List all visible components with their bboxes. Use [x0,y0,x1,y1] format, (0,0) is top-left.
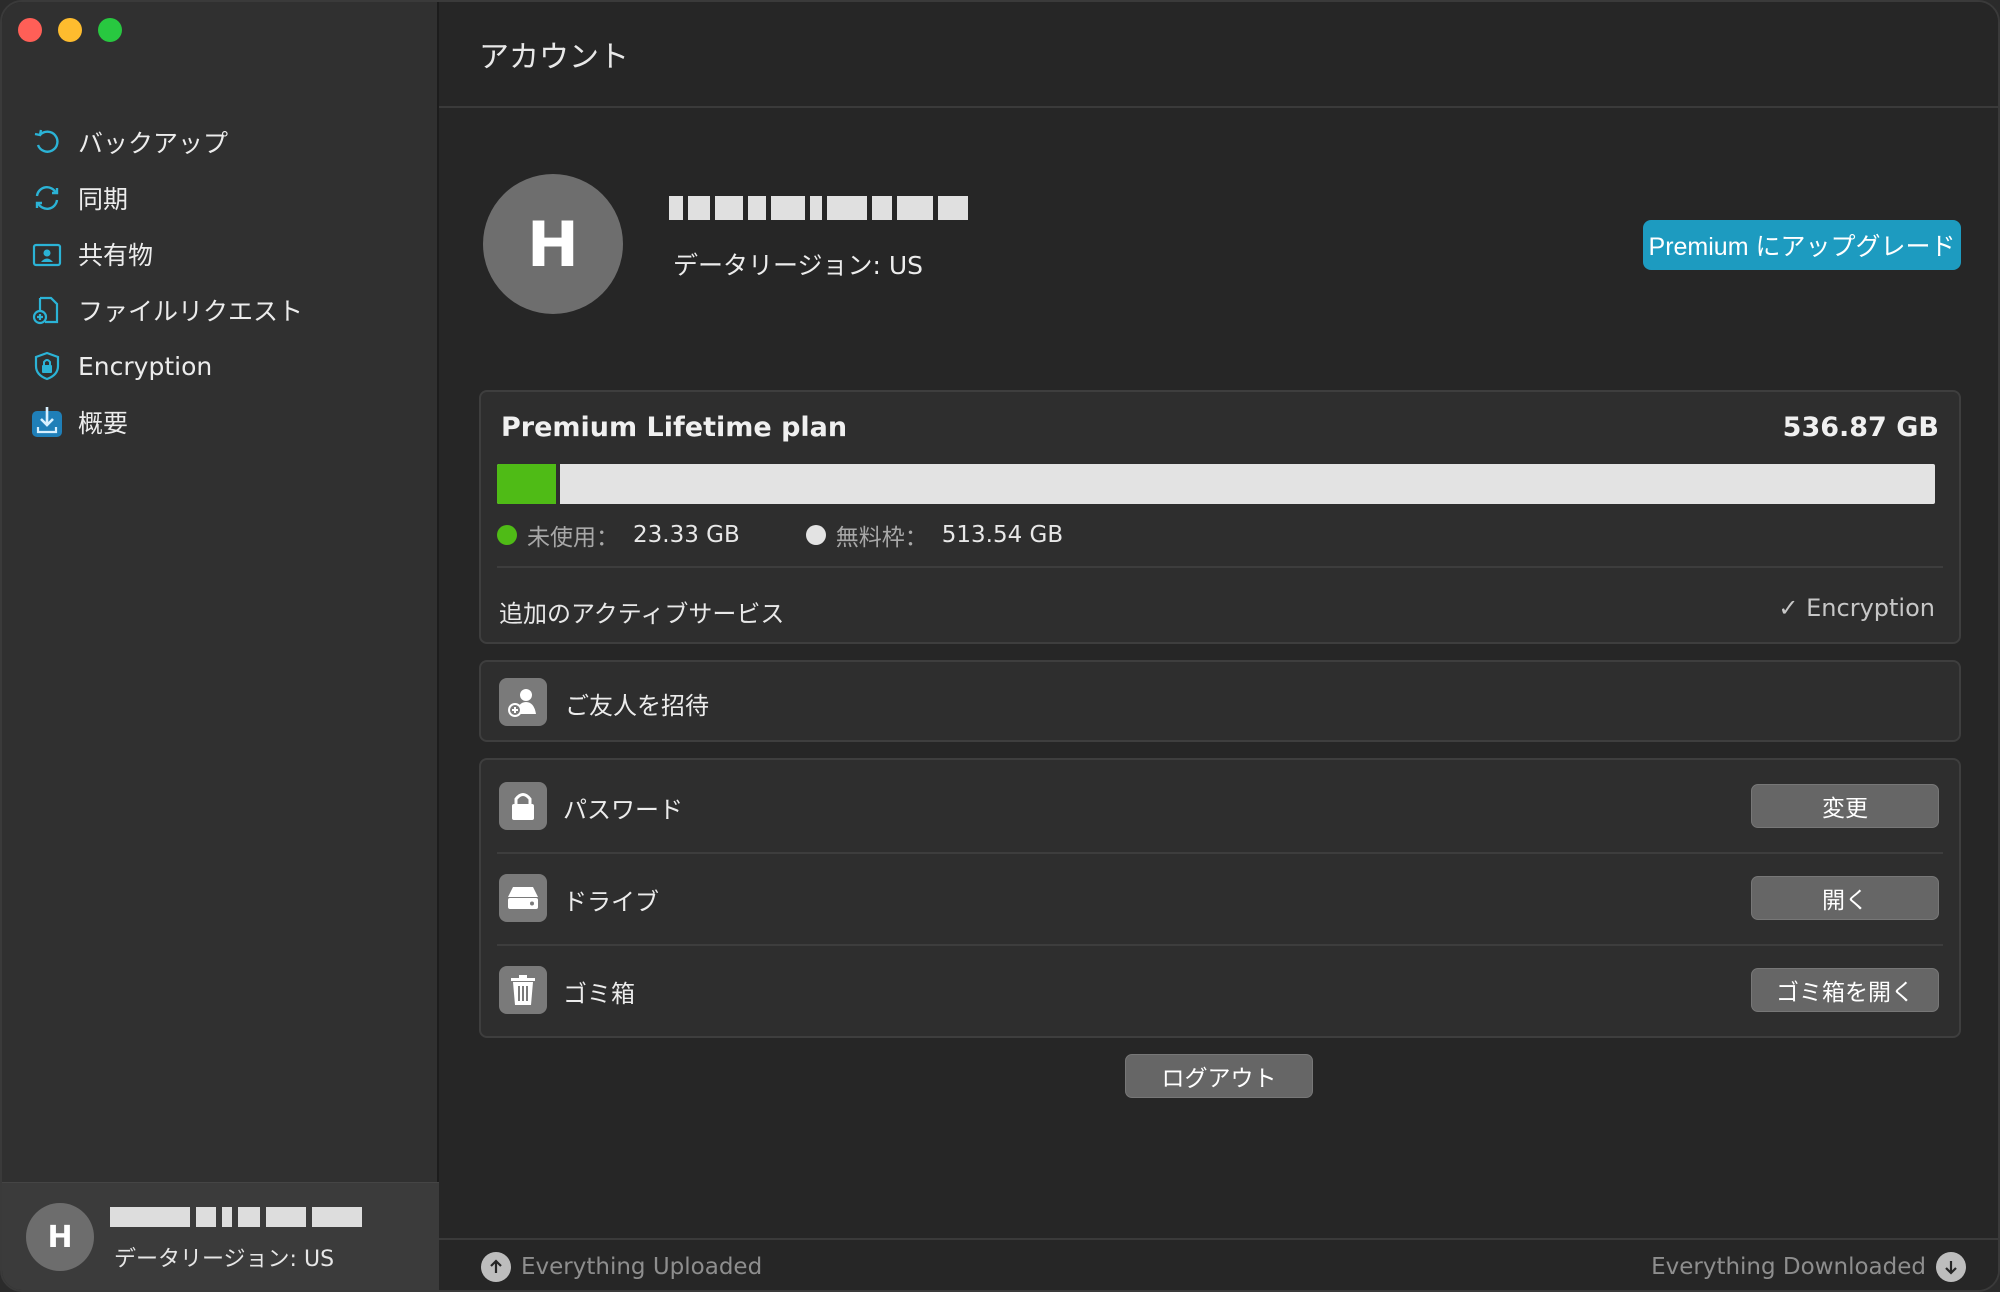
upload-status: Everything Uploaded [481,1252,762,1282]
sidebar-item-shared[interactable]: 共有物 [30,226,430,282]
free-label: 無料枠： [835,525,928,551]
app-window: バックアップ 同期 共有物 ファイルリクエスト Encryption 概要 H … [0,0,2000,1292]
window-controls [18,18,122,42]
used-label: 未使用： [527,525,619,551]
sidebar-nav: バックアップ 同期 共有物 ファイルリクエスト Encryption 概要 [30,114,430,450]
divider [497,852,1943,854]
upload-status-text: Everything Uploaded [521,1254,763,1280]
storage-bar [497,464,1935,504]
sidebar-item-overview[interactable]: 概要 [30,394,430,450]
main-header: アカウント [439,2,1998,108]
sidebar-item-label: バックアップ [78,129,229,158]
close-window-button[interactable] [18,18,42,42]
sidebar: バックアップ 同期 共有物 ファイルリクエスト Encryption 概要 H … [2,2,439,1290]
password-label: パスワード [563,796,683,824]
download-arrow-icon [1936,1252,1966,1282]
sidebar-item-file-request[interactable]: ファイルリクエスト [30,282,430,338]
sidebar-item-label: ファイルリクエスト [78,297,304,326]
invite-friends-label: ご友人を招待 [565,692,709,720]
free-value: 513.54 GB [941,522,1064,548]
file-request-icon [30,293,64,327]
lock-shield-icon [30,349,64,383]
sidebar-item-sync[interactable]: 同期 [30,170,430,226]
active-services-label: 追加のアクティブサービス [499,600,785,628]
page-title: アカウント [479,40,629,75]
shared-icon [30,237,64,271]
open-trash-button[interactable]: ゴミ箱を開く [1751,968,1939,1012]
download-status-text: Everything Downloaded [1651,1254,1926,1280]
sidebar-item-backup[interactable]: バックアップ [30,114,430,170]
backup-icon [30,125,64,159]
sidebar-item-encryption[interactable]: Encryption [30,338,430,394]
trash-label: ゴミ箱 [563,980,635,1008]
sync-icon [30,181,64,215]
upgrade-premium-button[interactable]: Premium にアップグレード [1643,220,1961,270]
change-password-button[interactable]: 変更 [1751,784,1939,828]
free-dot-icon [805,525,826,545]
storage-bar-used [497,464,560,504]
plan-total-storage: 536.87 GB [1782,412,1939,443]
upload-arrow-icon [481,1252,511,1282]
overview-icon [30,405,64,439]
sidebar-item-label: 概要 [78,409,129,438]
open-drive-button[interactable]: 開く [1751,876,1939,920]
plan-card: Premium Lifetime plan 536.87 GB 未使用： 23.… [479,390,1961,644]
drive-icon [499,874,547,922]
lock-icon [499,782,547,830]
profile-region: データリージョン: US [673,251,924,280]
main-content: アカウント H データリージョン: US Premium にアップグレード Pr… [439,2,1998,1290]
drive-label: ドライブ [563,888,659,916]
status-bar: Everything Uploaded Everything Downloade… [439,1238,1998,1290]
sidebar-account[interactable]: H データリージョン: US [2,1182,439,1290]
actions-card: パスワード 変更 ドライブ 開く ゴミ箱 ゴミ箱を開く [479,758,1961,1038]
logout-button[interactable]: ログアウト [1125,1054,1313,1098]
profile-avatar: H [483,174,623,314]
account-email-redacted [110,1207,376,1229]
invite-friend-icon [499,678,547,726]
divider [497,944,1943,946]
storage-legend: 未使用： 23.33 GB 無料枠： 513.54 GB [497,518,1129,552]
plan-name: Premium Lifetime plan [501,412,848,443]
minimize-window-button[interactable] [58,18,82,42]
used-dot-icon [497,525,517,545]
sidebar-item-label: Encryption [78,351,213,381]
trash-icon [499,966,547,1014]
download-status: Everything Downloaded [1651,1252,1966,1282]
invite-friends-row[interactable]: ご友人を招待 [479,660,1961,742]
sidebar-item-label: 共有物 [78,241,154,270]
profile-email-redacted [669,196,989,222]
sidebar-item-label: 同期 [78,185,129,214]
active-services-value: ✓ Encryption [1778,594,1935,622]
divider [497,566,1943,568]
account-region: データリージョン: US [114,1247,335,1272]
avatar: H [26,1203,94,1271]
zoom-window-button[interactable] [98,18,122,42]
used-value: 23.33 GB [633,522,740,548]
